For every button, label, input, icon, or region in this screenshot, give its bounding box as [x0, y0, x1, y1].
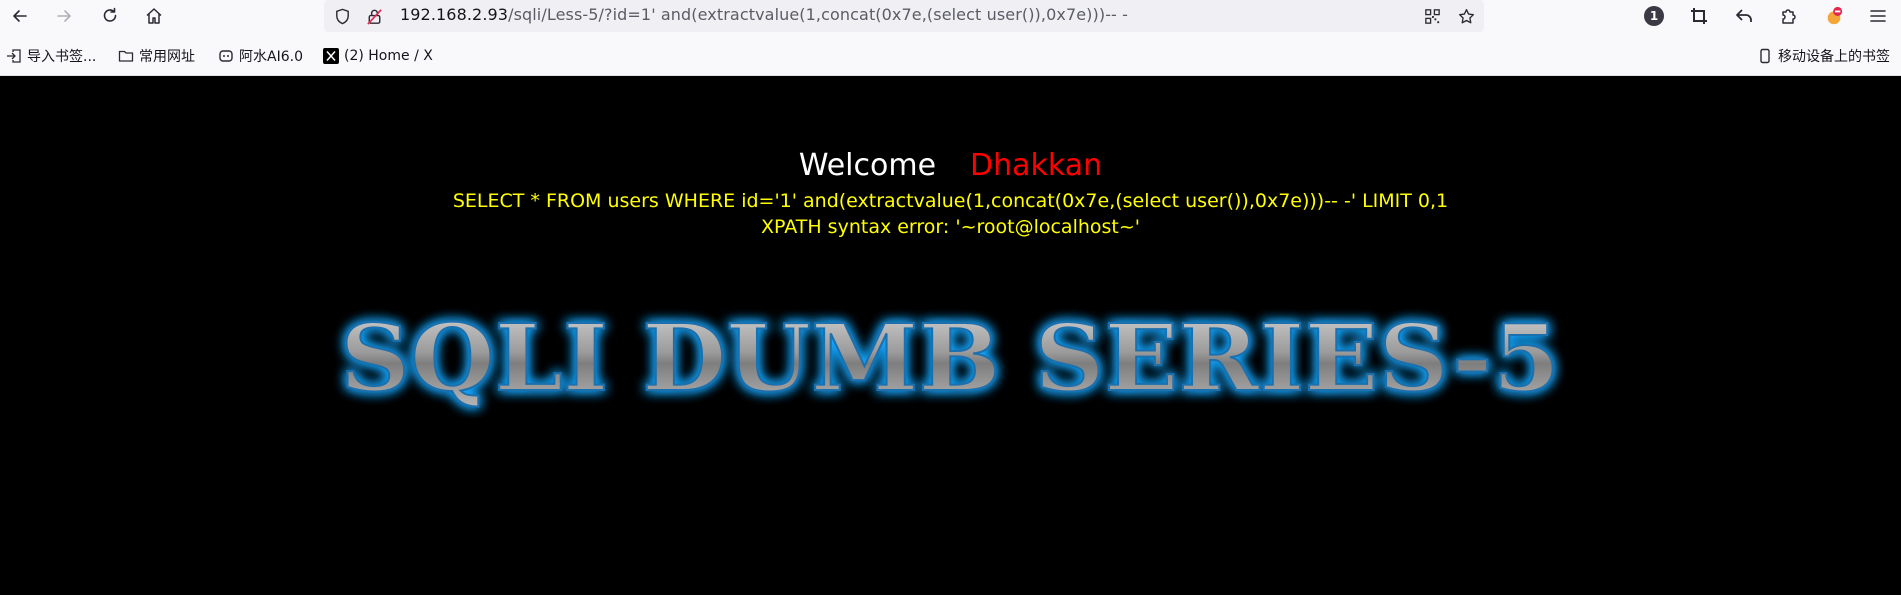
sql-query-text: SELECT * FROM users WHERE id='1' and(ext… [452, 190, 1449, 212]
qr-code-icon[interactable] [1420, 4, 1444, 28]
mobile-bookmarks[interactable]: 移动设备上的书签 [1757, 44, 1890, 68]
screenshot-button[interactable] [1685, 2, 1713, 30]
bookmark-x-home[interactable]: (2) Home / X [323, 44, 433, 68]
bookmark-label: 阿水AI6.0 [239, 49, 303, 65]
bot-icon [219, 50, 233, 62]
back-arrow-icon [13, 10, 27, 22]
welcome-text: Welcome [798, 148, 937, 183]
bookmark-label: 导入书签... [27, 49, 97, 65]
browser-chrome: 192.168.2.93/sqli/Less-5/?id=1' and(extr… [0, 0, 1901, 76]
series-banner: SQLI DUMB SERIES-5 [339, 308, 1561, 413]
user-name-text: Dhakkan [970, 148, 1103, 183]
mobile-device-icon [1760, 48, 1770, 64]
xpath-error-text: XPATH syntax error: '~root@localhost~' [760, 216, 1141, 238]
x-logo-icon [323, 48, 339, 64]
forward-arrow-icon [57, 10, 71, 22]
bookmark-label: 常用网址 [139, 49, 195, 65]
import-icon [7, 49, 21, 63]
extension-avatar-icon [1827, 6, 1843, 25]
banner-text: SQLI DUMB SERIES-5 [340, 308, 1560, 412]
bookmark-folder-common[interactable]: 常用网址 [118, 44, 195, 68]
hamburger-menu-icon [1870, 10, 1886, 22]
notifications-button[interactable]: 1 [1640, 2, 1668, 30]
forward-button[interactable] [50, 2, 78, 30]
undo-icon [1736, 9, 1752, 22]
welcome-heading: Welcome Dhakkan [0, 148, 1901, 183]
address-bar[interactable]: 192.168.2.93/sqli/Less-5/?id=1' and(extr… [324, 0, 1484, 32]
menu-button[interactable] [1864, 2, 1892, 30]
home-button[interactable] [140, 2, 168, 30]
extensions-button[interactable] [1775, 2, 1803, 30]
crop-icon [1691, 8, 1707, 24]
bookmark-ai[interactable]: 阿水AI6.0 [218, 44, 303, 68]
bookmark-star-icon[interactable] [1454, 4, 1478, 28]
tracking-shield-icon[interactable] [330, 4, 354, 28]
bookmark-import[interactable]: 导入书签... [6, 44, 96, 68]
reload-icon [103, 7, 117, 22]
bookmark-label: (2) Home / X [344, 48, 433, 64]
bookmarks-toolbar: 导入书签... 常用网址 阿水AI6.0 (2) Home / X 移动设备上的… [0, 44, 1901, 68]
notification-count-badge: 1 [1644, 6, 1664, 26]
reload-button[interactable] [96, 2, 124, 30]
back-button[interactable] [6, 2, 34, 30]
insecure-lock-icon[interactable] [362, 4, 386, 28]
page-content: Welcome Dhakkan SELECT * FROM users WHERE… [0, 76, 1901, 595]
url-host: 192.168.2.93 [400, 5, 509, 24]
home-icon [146, 8, 162, 24]
account-extension-button[interactable] [1820, 2, 1848, 30]
navigation-toolbar: 192.168.2.93/sqli/Less-5/?id=1' and(extr… [0, 0, 1901, 32]
url-text[interactable]: 192.168.2.93/sqli/Less-5/?id=1' and(extr… [400, 5, 1128, 24]
bookmark-label: 移动设备上的书签 [1778, 49, 1890, 65]
url-path: /sqli/Less-5/?id=1' and(extractvalue(1,c… [508, 5, 1128, 24]
folder-icon [118, 50, 134, 62]
puzzle-icon [1782, 9, 1796, 24]
undo-button[interactable] [1730, 2, 1758, 30]
